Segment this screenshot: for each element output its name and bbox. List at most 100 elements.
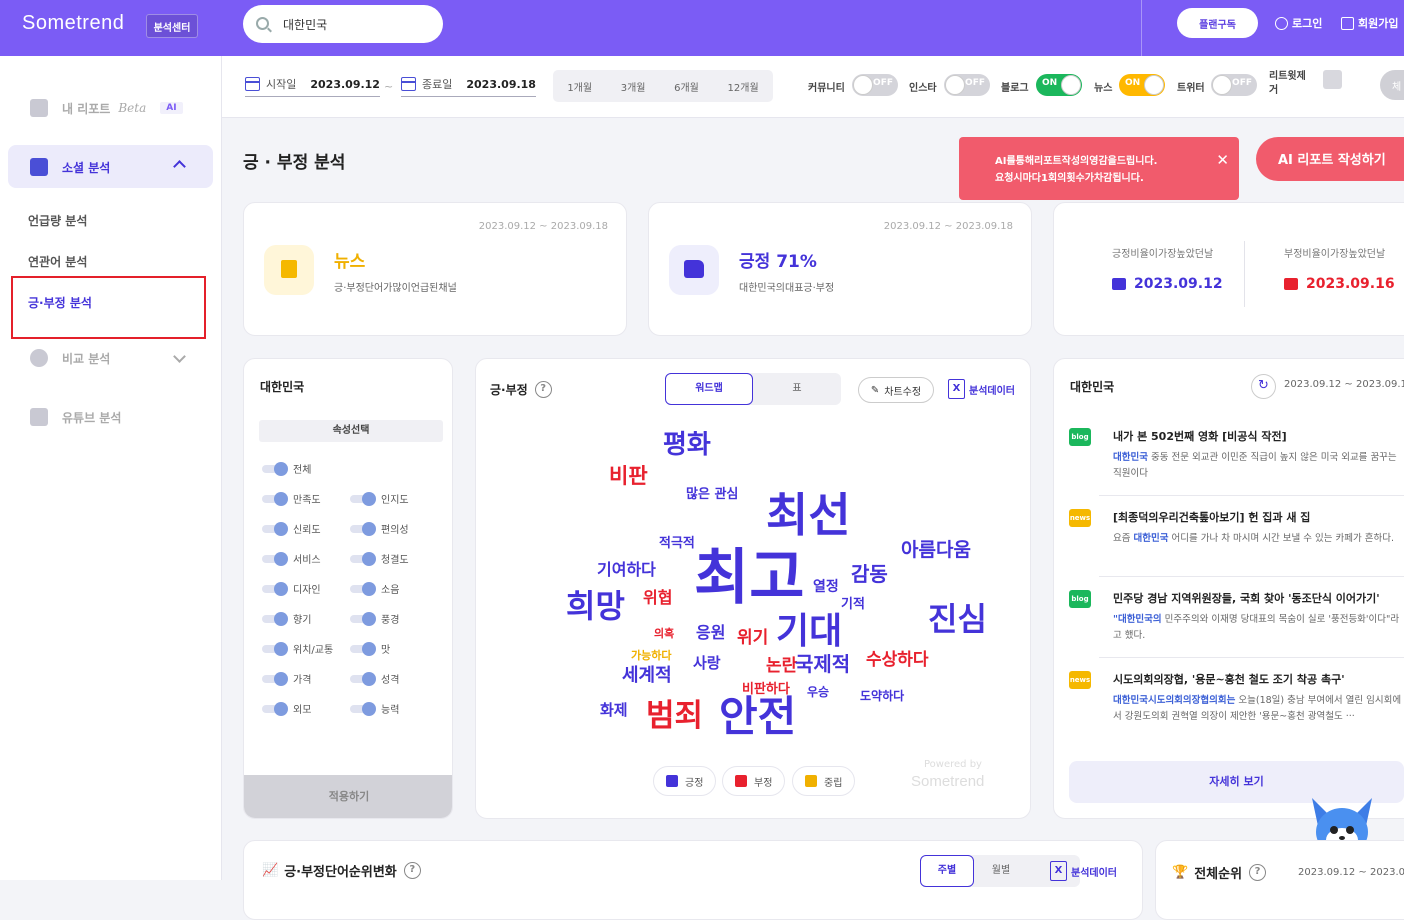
analysis-data-button[interactable]: X 분석데이터 <box>948 379 1015 399</box>
news-item-title[interactable]: 민주당 경남 지역위원장들, 국회 찾아 '동조단식 이어가기' <box>1113 590 1380 606</box>
wordcloud-word[interactable]: 진심 <box>928 603 987 635</box>
news-item-title[interactable]: [최종덕의우리건축톺아보기] 헌 집과 새 집 <box>1113 509 1310 525</box>
period-6month[interactable]: 6개월 <box>674 79 699 94</box>
wordcloud-word[interactable]: 의혹 <box>654 628 674 639</box>
wordcloud-word[interactable]: 비판 <box>609 466 648 487</box>
attr-right-0[interactable]: 인지도 <box>350 491 409 506</box>
attr-all[interactable]: 전체 <box>262 461 311 476</box>
instagram-toggle[interactable]: OFF <box>944 74 990 96</box>
attr-left-0[interactable]: 만족도 <box>262 491 321 506</box>
tab-table[interactable]: 표 <box>753 373 841 405</box>
apply-button[interactable]: 적용하기 <box>244 775 452 818</box>
community-toggle[interactable]: OFF <box>852 74 898 96</box>
start-date-picker[interactable]: 시작일 2023.09.12 <box>245 76 380 97</box>
attr-left-6[interactable]: 가격 <box>262 671 311 686</box>
legend-neutral[interactable]: 중립 <box>792 766 856 796</box>
wordcloud-word[interactable]: 도약하다 <box>860 690 904 702</box>
wordcloud-word[interactable]: 세계적 <box>622 667 672 685</box>
wordcloud-word[interactable]: 아름다움 <box>901 541 971 560</box>
tab-monthly[interactable]: 월별 <box>974 855 1028 887</box>
help-icon[interactable]: ? <box>534 381 552 398</box>
attr-right-1[interactable]: 편의성 <box>350 521 409 536</box>
wordcloud-word[interactable]: 위기 <box>737 630 768 647</box>
wordcloud-word[interactable]: 화제 <box>600 703 628 718</box>
plan-subscribe-button[interactable]: 플랜구독 <box>1177 8 1258 38</box>
news-item-title[interactable]: 내가 본 502번째 영화 [비공식 작전] <box>1113 428 1287 444</box>
attr-right-7[interactable]: 능력 <box>350 701 399 716</box>
wordcloud-word[interactable]: 우승 <box>807 686 829 698</box>
period-12month[interactable]: 12개월 <box>728 79 759 94</box>
refresh-icon[interactable]: ↻ <box>1251 374 1276 399</box>
wordcloud-word[interactable]: 위협 <box>643 590 672 606</box>
retweet-checkbox[interactable] <box>1323 70 1342 89</box>
end-date-picker[interactable]: 종료일 2023.09.18 <box>401 76 536 97</box>
edit-chart-button[interactable]: ✎ 차트수정 <box>858 377 934 403</box>
wordcloud-word[interactable]: 기여하다 <box>597 562 656 578</box>
attr-right-3[interactable]: 소음 <box>350 581 399 596</box>
wordcloud-word[interactable]: 범죄 <box>646 701 703 732</box>
search-box[interactable] <box>243 5 443 43</box>
wordcloud-word[interactable]: 많은 관심 <box>686 488 738 501</box>
retweet-remove-label: 리트윗제거 <box>1269 71 1306 96</box>
attr-left-1[interactable]: 신뢰도 <box>262 521 321 536</box>
attr-right-6[interactable]: 성격 <box>350 671 399 686</box>
attr-left-3[interactable]: 디자인 <box>262 581 321 596</box>
sidebar-item-compare[interactable]: 비교 분석 <box>30 349 110 367</box>
divider <box>1099 576 1404 577</box>
news-toggle[interactable]: ON <box>1119 74 1165 96</box>
sidebar-sub-related[interactable]: 연관어 분석 <box>28 253 87 270</box>
wordcloud-word[interactable]: 최선 <box>766 492 851 538</box>
wordcloud-word[interactable]: 논란 <box>766 658 797 675</box>
my-report-label: 내 리포트 <box>62 101 111 116</box>
wordcloud-word[interactable]: 가능하다 <box>631 650 671 661</box>
tab-wordmap[interactable]: 워드맵 <box>665 373 753 405</box>
toggle-switch[interactable] <box>262 461 288 476</box>
attr-right-5[interactable]: 맛 <box>350 641 390 656</box>
close-icon[interactable]: ✕ <box>1216 151 1229 169</box>
wordcloud-word[interactable]: 응원 <box>696 625 725 641</box>
wordcloud-word[interactable]: 기적 <box>841 598 865 611</box>
legend-positive[interactable]: 긍정 <box>653 766 717 796</box>
wordcloud-word[interactable]: 국제적 <box>795 654 850 674</box>
sometrend-logo[interactable]: Sometrend <box>22 12 124 35</box>
attr-right-4[interactable]: 풍경 <box>350 611 399 626</box>
sidebar-item-youtube[interactable]: 유튜브 분석 <box>30 408 121 426</box>
twitter-toggle[interactable]: OFF <box>1211 74 1257 96</box>
news-item-title[interactable]: 시도의회의장협, '용문~홍천 철도 조기 착공 촉구' <box>1113 671 1345 687</box>
wordcloud-word[interactable]: 사랑 <box>693 656 721 671</box>
ai-report-button[interactable]: AI 리포트 작성하기 <box>1256 137 1404 181</box>
legend-negative[interactable]: 부정 <box>722 766 786 796</box>
tab-weekly[interactable]: 주별 <box>920 855 974 887</box>
blog-toggle[interactable]: ON <box>1036 74 1082 96</box>
wordcloud-word[interactable]: 평화 <box>663 432 711 458</box>
search-input[interactable] <box>283 14 433 34</box>
wordcloud-word[interactable]: 기대 <box>776 614 842 650</box>
sidebar-sub-mentions[interactable]: 언급량 분석 <box>28 212 87 229</box>
attr-right-2[interactable]: 청결도 <box>350 551 409 566</box>
attr-left-5[interactable]: 위치/교통 <box>262 641 333 656</box>
attr-label: 만족도 <box>293 495 321 506</box>
period-3month[interactable]: 3개월 <box>621 79 646 94</box>
wordcloud-word[interactable]: 희망 <box>566 590 625 622</box>
wordcloud-word[interactable]: 감동 <box>851 564 888 584</box>
wordcloud-word[interactable]: 열정 <box>813 580 839 594</box>
analysis-center-badge[interactable]: 분석센터 <box>146 14 198 38</box>
wordcloud-word[interactable]: 최고 <box>694 548 804 608</box>
news-panel-title: 대한민국 <box>1070 380 1115 394</box>
login-link[interactable]: 로그인 <box>1275 15 1322 31</box>
sidebar-item-my-report[interactable]: 내 리포트 Beta AI <box>30 99 183 117</box>
attr-left-2[interactable]: 서비스 <box>262 551 321 566</box>
period-1month[interactable]: 1개월 <box>567 79 592 94</box>
sidebar-social-row[interactable]: 소셜 분석 <box>30 158 110 176</box>
attr-left-7[interactable]: 외모 <box>262 701 311 716</box>
wordcloud-word[interactable]: 수상하다 <box>866 652 929 669</box>
wordcloud-word[interactable]: 적극적 <box>659 537 695 550</box>
analysis-data-button[interactable]: X 분석데이터 <box>1050 861 1117 881</box>
wordcloud-word[interactable]: 안전 <box>719 696 796 738</box>
attr-left-4[interactable]: 향기 <box>262 611 311 626</box>
help-icon[interactable]: ? <box>1249 864 1267 881</box>
search-icon[interactable] <box>256 17 269 30</box>
filter-apply-pill[interactable]: 체 <box>1380 70 1404 100</box>
signup-link[interactable]: 회원가입 <box>1341 15 1398 31</box>
help-icon[interactable]: ? <box>403 862 421 879</box>
